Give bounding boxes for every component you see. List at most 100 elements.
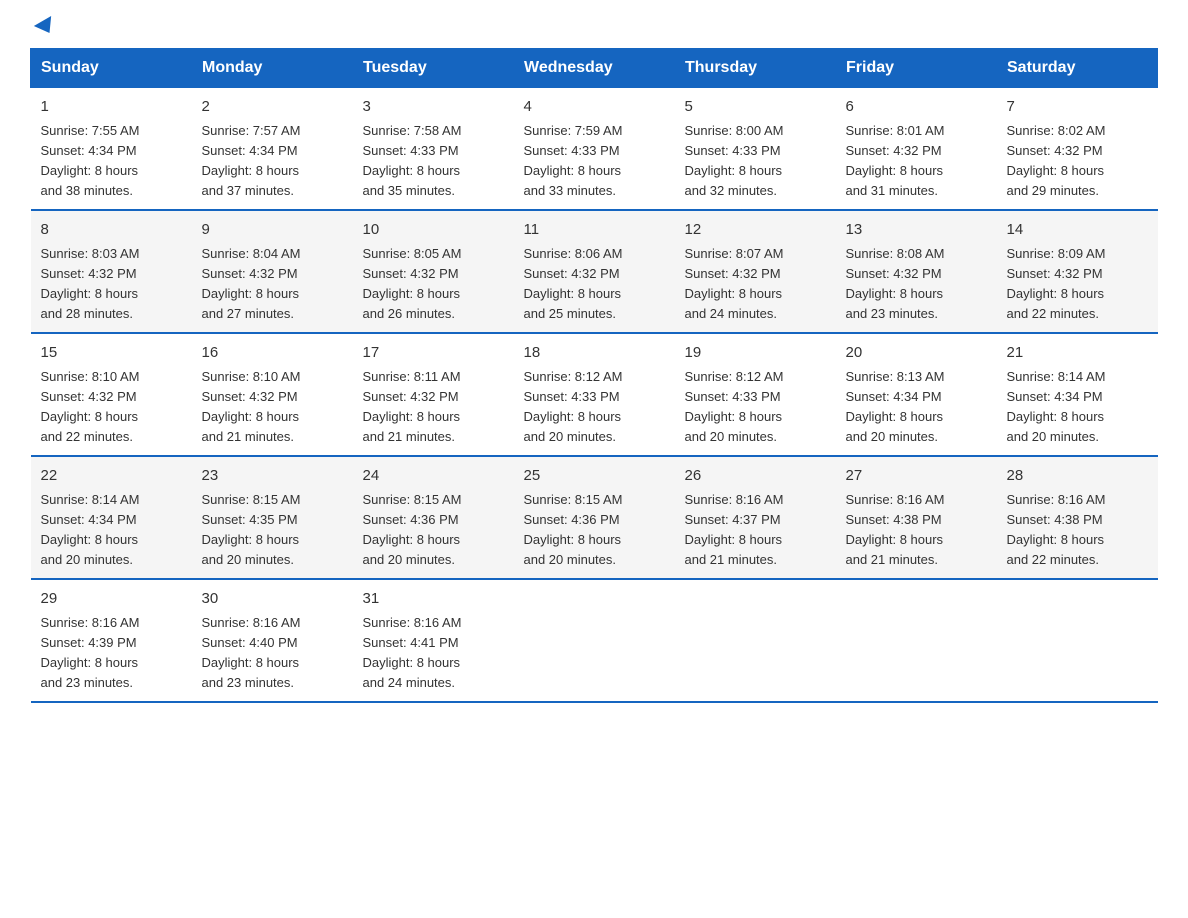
table-row: 30Sunrise: 8:16 AMSunset: 4:40 PMDayligh… (192, 579, 353, 702)
day-number: 22 (41, 465, 182, 488)
day-info: Sunrise: 8:14 AMSunset: 4:34 PMDaylight:… (1007, 367, 1148, 448)
day-number: 20 (846, 342, 987, 365)
table-row: 9Sunrise: 8:04 AMSunset: 4:32 PMDaylight… (192, 210, 353, 333)
day-number: 16 (202, 342, 343, 365)
table-row: 17Sunrise: 8:11 AMSunset: 4:32 PMDayligh… (353, 333, 514, 456)
table-row: 1Sunrise: 7:55 AMSunset: 4:34 PMDaylight… (31, 88, 192, 211)
day-number: 28 (1007, 465, 1148, 488)
table-row: 25Sunrise: 8:15 AMSunset: 4:36 PMDayligh… (514, 456, 675, 579)
day-number: 24 (363, 465, 504, 488)
table-row: 3Sunrise: 7:58 AMSunset: 4:33 PMDaylight… (353, 88, 514, 211)
day-info: Sunrise: 7:55 AMSunset: 4:34 PMDaylight:… (41, 121, 182, 202)
table-row (997, 579, 1158, 702)
day-info: Sunrise: 8:02 AMSunset: 4:32 PMDaylight:… (1007, 121, 1148, 202)
day-info: Sunrise: 7:58 AMSunset: 4:33 PMDaylight:… (363, 121, 504, 202)
col-friday: Friday (836, 49, 997, 88)
col-tuesday: Tuesday (353, 49, 514, 88)
day-number: 3 (363, 96, 504, 119)
logo (30, 20, 58, 28)
day-number: 17 (363, 342, 504, 365)
day-info: Sunrise: 8:16 AMSunset: 4:40 PMDaylight:… (202, 613, 343, 694)
day-number: 19 (685, 342, 826, 365)
table-row: 28Sunrise: 8:16 AMSunset: 4:38 PMDayligh… (997, 456, 1158, 579)
day-number: 15 (41, 342, 182, 365)
table-row: 8Sunrise: 8:03 AMSunset: 4:32 PMDaylight… (31, 210, 192, 333)
day-info: Sunrise: 8:16 AMSunset: 4:38 PMDaylight:… (846, 490, 987, 571)
day-number: 14 (1007, 219, 1148, 242)
day-info: Sunrise: 8:12 AMSunset: 4:33 PMDaylight:… (524, 367, 665, 448)
day-info: Sunrise: 8:16 AMSunset: 4:37 PMDaylight:… (685, 490, 826, 571)
col-saturday: Saturday (997, 49, 1158, 88)
table-row: 31Sunrise: 8:16 AMSunset: 4:41 PMDayligh… (353, 579, 514, 702)
day-number: 31 (363, 588, 504, 611)
table-row: 19Sunrise: 8:12 AMSunset: 4:33 PMDayligh… (675, 333, 836, 456)
table-row: 6Sunrise: 8:01 AMSunset: 4:32 PMDaylight… (836, 88, 997, 211)
day-number: 23 (202, 465, 343, 488)
day-info: Sunrise: 8:07 AMSunset: 4:32 PMDaylight:… (685, 244, 826, 325)
table-row: 27Sunrise: 8:16 AMSunset: 4:38 PMDayligh… (836, 456, 997, 579)
day-info: Sunrise: 8:00 AMSunset: 4:33 PMDaylight:… (685, 121, 826, 202)
day-number: 2 (202, 96, 343, 119)
table-row (514, 579, 675, 702)
col-monday: Monday (192, 49, 353, 88)
day-info: Sunrise: 8:01 AMSunset: 4:32 PMDaylight:… (846, 121, 987, 202)
day-info: Sunrise: 8:09 AMSunset: 4:32 PMDaylight:… (1007, 244, 1148, 325)
day-number: 5 (685, 96, 826, 119)
day-info: Sunrise: 7:57 AMSunset: 4:34 PMDaylight:… (202, 121, 343, 202)
day-info: Sunrise: 8:05 AMSunset: 4:32 PMDaylight:… (363, 244, 504, 325)
table-row: 18Sunrise: 8:12 AMSunset: 4:33 PMDayligh… (514, 333, 675, 456)
calendar-week-row: 15 Sunrise: 8:10 AMSunset: 4:32 PMDayligh… (31, 333, 1158, 456)
table-row: 10Sunrise: 8:05 AMSunset: 4:32 PMDayligh… (353, 210, 514, 333)
day-number: 29 (41, 588, 182, 611)
day-info: Sunrise: 8:12 AMSunset: 4:33 PMDaylight:… (685, 367, 826, 448)
day-info: Sunrise: 8:11 AMSunset: 4:32 PMDaylight:… (363, 367, 504, 448)
day-number: 11 (524, 219, 665, 242)
day-info: Sunrise: 8:03 AMSunset: 4:32 PMDaylight:… (41, 244, 182, 325)
day-number: 10 (363, 219, 504, 242)
day-info: Sunrise: 7:59 AMSunset: 4:33 PMDaylight:… (524, 121, 665, 202)
table-row: 26Sunrise: 8:16 AMSunset: 4:37 PMDayligh… (675, 456, 836, 579)
calendar-table: Sunday Monday Tuesday Wednesday Thursday… (30, 48, 1158, 703)
table-row: 14Sunrise: 8:09 AMSunset: 4:32 PMDayligh… (997, 210, 1158, 333)
day-info: Sunrise: 8:15 AMSunset: 4:36 PMDaylight:… (524, 490, 665, 571)
table-row: 11Sunrise: 8:06 AMSunset: 4:32 PMDayligh… (514, 210, 675, 333)
day-info: Sunrise: 8:16 AMSunset: 4:39 PMDaylight:… (41, 613, 182, 694)
day-info: Sunrise: 8:15 AMSunset: 4:36 PMDaylight:… (363, 490, 504, 571)
day-number: 26 (685, 465, 826, 488)
day-number: 18 (524, 342, 665, 365)
table-row: 21Sunrise: 8:14 AMSunset: 4:34 PMDayligh… (997, 333, 1158, 456)
calendar-week-row: 8Sunrise: 8:03 AMSunset: 4:32 PMDaylight… (31, 210, 1158, 333)
calendar-week-row: 29Sunrise: 8:16 AMSunset: 4:39 PMDayligh… (31, 579, 1158, 702)
page-header (30, 20, 1158, 28)
day-number: 8 (41, 219, 182, 242)
table-row: 24Sunrise: 8:15 AMSunset: 4:36 PMDayligh… (353, 456, 514, 579)
table-row: 15Sunrise: 8:10 AMSunset: 4:32 PMDayligh… (31, 333, 192, 456)
table-row (836, 579, 997, 702)
day-number: 13 (846, 219, 987, 242)
col-wednesday: Wednesday (514, 49, 675, 88)
day-info: Sunrise: 8:04 AMSunset: 4:32 PMDaylight:… (202, 244, 343, 325)
table-row: 23Sunrise: 8:15 AMSunset: 4:35 PMDayligh… (192, 456, 353, 579)
day-number: 25 (524, 465, 665, 488)
logo-text (30, 20, 56, 34)
calendar-week-row: 1Sunrise: 7:55 AMSunset: 4:34 PMDaylight… (31, 88, 1158, 211)
day-number: 6 (846, 96, 987, 119)
table-row: 16Sunrise: 8:10 AMSunset: 4:32 PMDayligh… (192, 333, 353, 456)
day-number: 7 (1007, 96, 1148, 119)
table-row: 29Sunrise: 8:16 AMSunset: 4:39 PMDayligh… (31, 579, 192, 702)
day-info: Sunrise: 8:14 AMSunset: 4:34 PMDaylight:… (41, 490, 182, 571)
day-number: 27 (846, 465, 987, 488)
day-info: Sunrise: 8:06 AMSunset: 4:32 PMDaylight:… (524, 244, 665, 325)
day-info: Sunrise: 8:16 AMSunset: 4:38 PMDaylight:… (1007, 490, 1148, 571)
calendar-week-row: 22Sunrise: 8:14 AMSunset: 4:34 PMDayligh… (31, 456, 1158, 579)
day-info: Sunrise: 8:08 AMSunset: 4:32 PMDaylight:… (846, 244, 987, 325)
table-row: 12Sunrise: 8:07 AMSunset: 4:32 PMDayligh… (675, 210, 836, 333)
calendar-header-row: Sunday Monday Tuesday Wednesday Thursday… (31, 49, 1158, 88)
table-row: 22Sunrise: 8:14 AMSunset: 4:34 PMDayligh… (31, 456, 192, 579)
day-number: 1 (41, 96, 182, 119)
day-info: Sunrise: 8:13 AMSunset: 4:34 PMDaylight:… (846, 367, 987, 448)
table-row: 2Sunrise: 7:57 AMSunset: 4:34 PMDaylight… (192, 88, 353, 211)
day-info: Sunrise: 8:10 AMSunset: 4:32 PMDaylight:… (202, 367, 343, 448)
day-number: 30 (202, 588, 343, 611)
day-info: Sunrise: 8:15 AMSunset: 4:35 PMDaylight:… (202, 490, 343, 571)
